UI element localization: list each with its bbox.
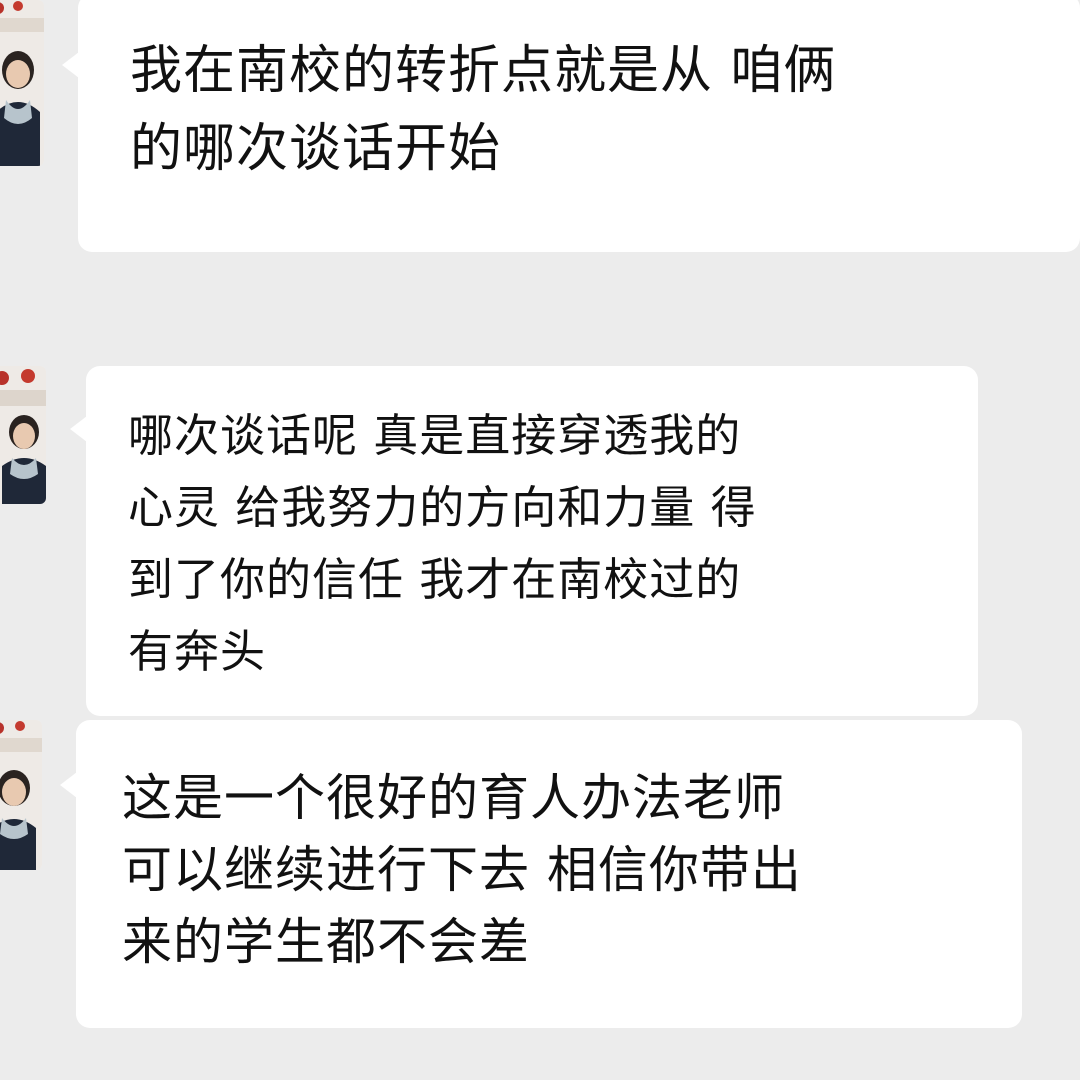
message-bubble[interactable]: 我在南校的转折点就是从 咱俩 的哪次谈话开始 [62, 0, 1080, 252]
contact-avatar[interactable] [0, 720, 42, 870]
message-bubble[interactable]: 哪次谈话呢 真是直接穿透我的 心灵 给我努力的方向和力量 得 到了你的信任 我才… [70, 366, 978, 716]
contact-avatar[interactable] [0, 0, 44, 166]
avatar-photo-icon [0, 366, 46, 504]
message-text: 这是一个很好的育人办法老师 可以继续进行下去 相信你带出 来的学生都不会差 [122, 769, 802, 971]
message-bubble[interactable]: 这是一个很好的育人办法老师 可以继续进行下去 相信你带出 来的学生都不会差 [60, 720, 1022, 1028]
contact-avatar[interactable] [0, 366, 46, 504]
avatar-photo-icon [0, 0, 44, 166]
message-text: 我在南校的转折点就是从 咱俩 的哪次谈话开始 [130, 41, 837, 179]
message-text: 哪次谈话呢 真是直接穿透我的 心灵 给我努力的方向和力量 得 到了你的信任 我才… [128, 409, 757, 678]
avatar-photo-icon [0, 720, 42, 870]
chat-message-list[interactable]: 我在南校的转折点就是从 咱俩 的哪次谈话开始 哪次谈话呢 真是直接穿透我的 心灵… [0, 0, 1080, 1080]
